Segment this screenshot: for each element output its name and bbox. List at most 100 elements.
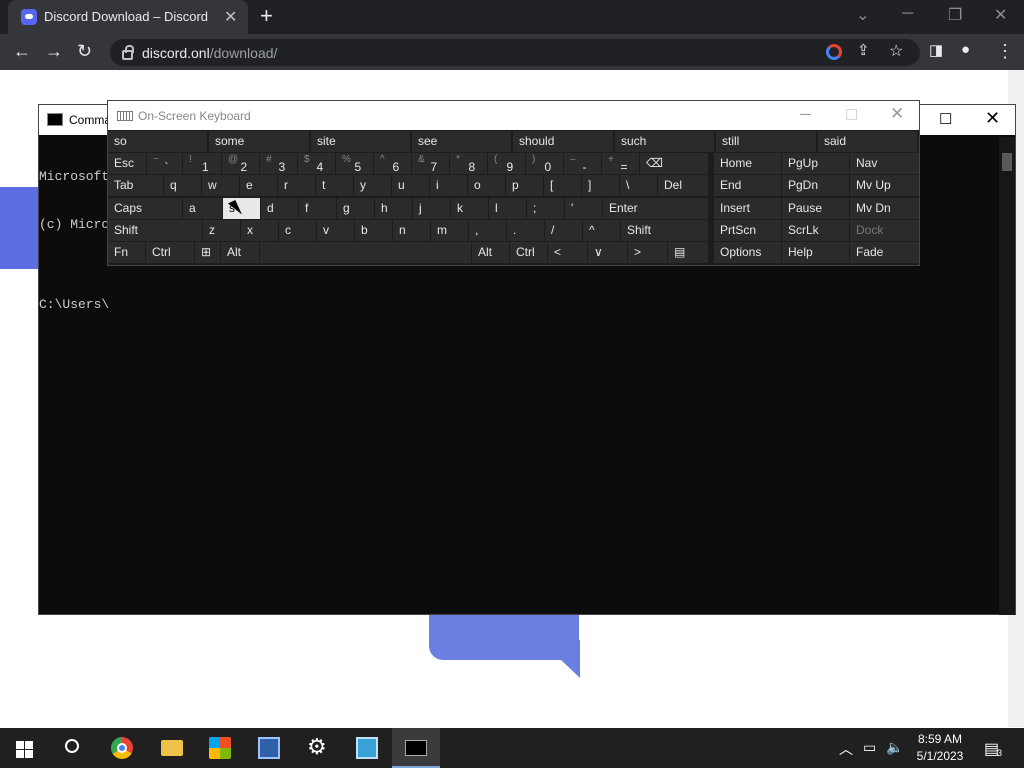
key-Help[interactable]: Help xyxy=(782,242,849,263)
cmd-taskbar-icon[interactable] xyxy=(392,728,440,768)
key-r[interactable]: r xyxy=(278,175,315,196)
key-b[interactable]: b xyxy=(355,220,392,241)
key-n[interactable]: n xyxy=(393,220,430,241)
key-a[interactable]: a xyxy=(183,198,222,219)
store-icon[interactable] xyxy=(196,728,244,768)
key-5[interactable]: % 5 xyxy=(336,153,373,174)
key-q[interactable]: q xyxy=(164,175,201,196)
key-Caps[interactable]: Caps xyxy=(108,198,182,219)
key-Alt[interactable]: Alt xyxy=(472,242,509,263)
key-m[interactable]: m xyxy=(431,220,468,241)
browser-tab[interactable]: Discord Download – Discord ✕ xyxy=(8,0,248,34)
key-0[interactable]: ) 0 xyxy=(526,153,563,174)
star-icon[interactable]: ☆ xyxy=(889,41,903,61)
key-Options[interactable]: Options xyxy=(714,242,781,263)
backspace-key[interactable]: ⌫ xyxy=(640,153,708,174)
key-Ctrl[interactable]: Ctrl xyxy=(510,242,547,263)
key-9[interactable]: (9 xyxy=(488,153,525,174)
new-tab-icon[interactable]: + xyxy=(260,3,273,29)
key-PgDn[interactable]: PgDn xyxy=(782,175,849,196)
key-y[interactable]: y xyxy=(354,175,391,196)
prediction-still[interactable]: still xyxy=(716,131,817,152)
key-Alt[interactable]: Alt xyxy=(221,242,259,263)
minimize-icon[interactable]: ─ xyxy=(800,106,811,123)
key-4[interactable]: $4 xyxy=(298,153,335,174)
key-Enter[interactable]: Enter xyxy=(603,198,708,219)
prediction-said[interactable]: said xyxy=(818,131,918,152)
key-^[interactable]: ^ xyxy=(583,220,620,241)
space-key[interactable] xyxy=(260,242,471,263)
chevron-up-icon[interactable]: ︿ xyxy=(839,739,853,759)
key-End[interactable]: End xyxy=(714,175,781,196)
settings-icon[interactable]: ⚙ xyxy=(294,728,342,768)
restore-icon[interactable]: ❐ xyxy=(948,5,962,25)
key-8[interactable]: * 8 xyxy=(450,153,487,174)
app-icon[interactable] xyxy=(245,728,293,768)
forward-icon[interactable]: → xyxy=(45,41,63,62)
key-`[interactable]: ~ ` xyxy=(147,153,182,174)
key-ScrLk[interactable]: ScrLk xyxy=(782,220,849,241)
share-icon[interactable]: ⇪ xyxy=(857,41,870,59)
back-icon[interactable]: ← xyxy=(13,41,31,62)
key-Insert[interactable]: Insert xyxy=(714,198,781,219)
key-\[interactable]: \ xyxy=(620,175,657,196)
prediction-site[interactable]: site xyxy=(311,131,411,152)
key-i[interactable]: i xyxy=(430,175,467,196)
key-Fade[interactable]: Fade xyxy=(850,242,919,263)
cmd-output[interactable]: Microsoft (c) Micro C:\Users\ xyxy=(39,137,109,345)
key-PgUp[interactable]: PgUp xyxy=(782,153,849,174)
key-p[interactable]: p xyxy=(506,175,543,196)
key-Fn[interactable]: Fn xyxy=(108,242,145,263)
key-][interactable]: ] xyxy=(582,175,619,196)
prediction-should[interactable]: should xyxy=(513,131,614,152)
key-z[interactable]: z xyxy=(203,220,240,241)
url-text[interactable]: discord.onl/download/ xyxy=(142,45,277,61)
key-Dock[interactable]: Dock xyxy=(850,220,919,241)
cmd-scrollbar[interactable] xyxy=(999,137,1015,615)
clock-date[interactable]: 5/1/2023 xyxy=(914,749,966,763)
key-f[interactable]: f xyxy=(299,198,336,219)
cmd-scroll-thumb[interactable] xyxy=(1002,153,1012,171)
key-s[interactable]: s xyxy=(223,198,260,219)
key-e[interactable]: e xyxy=(240,175,277,196)
key-/[interactable]: / xyxy=(545,220,582,241)
key-c[interactable]: c xyxy=(279,220,316,241)
volume-icon[interactable]: 🔈 xyxy=(886,739,903,756)
start-icon[interactable] xyxy=(0,728,48,768)
search-icon[interactable] xyxy=(48,728,96,768)
key-.[interactable]: . xyxy=(507,220,544,241)
key-g[interactable]: g xyxy=(337,198,374,219)
profile-icon[interactable]: ● xyxy=(961,41,970,58)
close-window-icon[interactable]: ✕ xyxy=(994,5,1007,25)
key-l[interactable]: l xyxy=(489,198,526,219)
prediction-some[interactable]: some xyxy=(209,131,310,152)
key-7[interactable]: & 7 xyxy=(412,153,449,174)
key-[[interactable]: [ xyxy=(544,175,581,196)
key-t[interactable]: t xyxy=(316,175,353,196)
key-x[interactable]: x xyxy=(241,220,278,241)
key-Mv Dn[interactable]: Mv Dn xyxy=(850,198,919,219)
key-h[interactable]: h xyxy=(375,198,412,219)
key-3[interactable]: #3 xyxy=(260,153,297,174)
key-w[interactable]: w xyxy=(202,175,239,196)
control-panel-icon[interactable] xyxy=(343,728,391,768)
key--[interactable]: – - xyxy=(564,153,601,174)
key-d[interactable]: d xyxy=(261,198,298,219)
key-1[interactable]: ! 1 xyxy=(183,153,221,174)
key-PrtScn[interactable]: PrtScn xyxy=(714,220,781,241)
key-v[interactable]: v xyxy=(317,220,354,241)
network-icon[interactable]: ▭ xyxy=(863,739,876,756)
close-icon[interactable]: ✕ xyxy=(890,104,904,124)
key-2[interactable]: @2 xyxy=(222,153,259,174)
address-bar[interactable]: discord.onl/download/ xyxy=(110,39,920,66)
lock-icon[interactable] xyxy=(122,45,134,60)
key->[interactable]: > xyxy=(628,242,667,263)
maximize-icon[interactable]: ☐ xyxy=(939,110,952,128)
close-icon[interactable]: ✕ xyxy=(985,108,1000,129)
tab-close-icon[interactable]: ✕ xyxy=(224,7,237,27)
reload-icon[interactable]: ↻ xyxy=(77,41,92,62)
key-=[interactable]: + = xyxy=(602,153,639,174)
tab-search-icon[interactable]: ⌄ xyxy=(856,5,869,25)
key-u[interactable]: u xyxy=(392,175,429,196)
key-Home[interactable]: Home xyxy=(714,153,781,174)
